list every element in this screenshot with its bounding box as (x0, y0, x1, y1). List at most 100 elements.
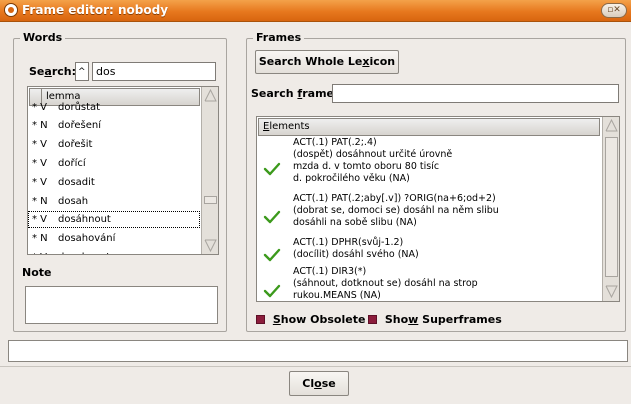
bottom-separator (0, 366, 631, 367)
frame-entry-lines: ACT(.1) PAT(.2;aby[.v]) ?ORIG(na+6;od+2)… (293, 193, 499, 229)
word-pos: * V (32, 158, 48, 169)
word-pos: * N (32, 196, 48, 207)
word-lemma: dořící (58, 158, 86, 169)
scroll-down-icon[interactable] (204, 239, 217, 252)
show-obsolete-mnemonic: S (272, 313, 281, 326)
frame-entry-line: dosáhli na sobě slibu (NA) (293, 217, 417, 228)
word-search-input[interactable] (92, 62, 216, 81)
frame-entry-line: (docílit) dosáhl svého (NA) (293, 249, 419, 260)
note-textarea[interactable] (25, 286, 218, 324)
word-lemma: dosah (58, 196, 89, 207)
word-lemma: dosahovat (58, 252, 110, 254)
window-title: Frame editor: nobody (22, 3, 169, 17)
word-list-item[interactable]: * Vdosahovat (28, 249, 200, 254)
word-lemma: dorůstat (58, 102, 101, 113)
frame-entry[interactable]: ACT(.1) PAT(.2;aby[.v]) ?ORIG(na+6;od+2)… (257, 193, 597, 229)
word-pos: * V (32, 102, 48, 113)
word-pos: * V (32, 139, 48, 150)
scroll-thumb[interactable] (605, 137, 618, 277)
word-list-item[interactable]: * N dosahování (28, 230, 200, 247)
word-lemma: dosahování (58, 233, 116, 244)
frame-entry-line: d. pokročilého věku (NA) (293, 173, 410, 184)
scroll-down-icon[interactable] (605, 285, 618, 298)
show-superframes-label: Sho (384, 313, 409, 326)
elements-header[interactable]: Elements (258, 118, 600, 136)
frame-search-input[interactable] (332, 84, 619, 103)
frame-entry-line: mzda d. v tomto oboru 80 tisíc (293, 161, 440, 172)
frame-entry[interactable]: ACT(.1) PAT(.2;.4) (dospět) dosáhnout urč… (257, 137, 597, 185)
show-obsolete-checkbox[interactable]: Show Obsolete (256, 313, 365, 326)
word-pos: * V (28, 249, 58, 254)
search-label: Search: (29, 65, 76, 78)
word-list-item[interactable]: * N dořešení (28, 117, 200, 134)
word-lemma: dosadit (58, 177, 95, 188)
word-list-item[interactable]: * V dosadit (28, 174, 200, 191)
word-pos: * N (32, 233, 48, 244)
frame-entry-line: (sáhnout, dotknout se) dosáhl na strop (293, 278, 478, 289)
title-bar: Frame editor: nobody ▫✕ (0, 0, 631, 22)
checkmark-icon (263, 210, 281, 224)
word-lemma: dořešení (58, 120, 101, 131)
show-obsolete-label: how Obsolete (280, 313, 366, 326)
search-label-rest: rch: (51, 65, 77, 78)
word-pos: * V (32, 177, 48, 188)
word-pos: * N (32, 120, 48, 131)
word-list-item[interactable]: * V dorůstat (28, 99, 200, 116)
search-prefix-input[interactable] (75, 62, 89, 81)
frames-legend: Frames (253, 31, 305, 44)
frame-entry-line: rukou.MEANS (NA) (293, 290, 381, 301)
panel-splitter[interactable] (232, 30, 238, 330)
elements-list[interactable]: Elements ACT(.1) PAT(.2;.4) (dospět) dosá… (256, 116, 620, 302)
close-button-label: Cl (302, 377, 315, 390)
frame-entry[interactable]: ACT(.1) DPHR(svůj-1.2) (docílit) dosáhl s… (257, 237, 597, 262)
close-button-rest: se (321, 377, 336, 390)
word-lemma: dosáhnout (58, 214, 111, 225)
search-whole-lexicon-label: Search Whole Le (258, 55, 363, 68)
elements-scrollbar[interactable] (602, 117, 619, 301)
frame-entry-line: ACT(.1) DIR3(*) (293, 266, 367, 277)
status-field (8, 340, 628, 362)
frame-entry[interactable]: ACT(.1) DIR3(*) (sáhnout, dotknout se) do… (257, 266, 597, 301)
window-controls[interactable]: ▫✕ (601, 3, 627, 18)
word-pos: * V (32, 214, 48, 225)
checkmark-icon (263, 248, 281, 262)
show-superframes-checkbox[interactable]: Show Superframes (368, 313, 502, 326)
word-list-item[interactable]: * V dořící (28, 155, 200, 172)
frame-entry-line: (dospět) dosáhnout určité úrovně (293, 149, 453, 160)
frame-entry-line: ACT(.1) DPHR(svůj-1.2) (293, 237, 404, 248)
scroll-up-icon[interactable] (605, 119, 618, 132)
search-whole-lexicon-rest: icon (369, 55, 396, 68)
word-list-item[interactable]: * N dosah (28, 193, 200, 210)
frame-entry-line: (dobrat se, domoci se) dosáhl na něm sli… (293, 205, 499, 216)
words-legend: Words (20, 31, 66, 44)
word-list-item[interactable]: * V dosáhnout (28, 211, 200, 228)
scroll-up-icon[interactable] (204, 89, 217, 102)
note-label: Note (22, 266, 52, 279)
word-list[interactable]: lemma * Vdorůstat * Ndořešení * Vdořešit * … (27, 86, 219, 255)
frame-entry-lines: ACT(.1) DIR3(*) (sáhnout, dotknout se) do… (293, 266, 478, 301)
frame-entry-lines: ACT(.1) PAT(.2;.4) (dospět) dosáhnout urč… (293, 137, 452, 185)
checkmark-icon (263, 284, 281, 298)
close-button[interactable]: Close (289, 371, 349, 396)
close-button-mnemonic: o (314, 377, 322, 390)
search-frame-label: Search frame: (251, 87, 338, 100)
scroll-thumb[interactable] (204, 196, 217, 204)
word-list-scrollbar[interactable] (201, 87, 218, 254)
search-label-mnemonic: a (44, 65, 52, 78)
elements-header-rest: lements (269, 121, 310, 132)
checkbox-icon[interactable] (256, 315, 265, 324)
checkmark-icon (263, 162, 281, 176)
frame-entry-line: ACT(.1) PAT(.2;aby[.v]) ?ORIG(na+6;od+2) (293, 193, 496, 204)
frame-entry-line: ACT(.1) PAT(.2;.4) (293, 137, 377, 148)
show-superframes-rest: Superframes (418, 313, 502, 326)
frame-entry-lines: ACT(.1) DPHR(svůj-1.2) (docílit) dosáhl s… (293, 237, 419, 261)
search-whole-lexicon-button[interactable]: Search Whole Lexicon (255, 50, 399, 74)
checkbox-icon[interactable] (368, 315, 377, 324)
word-lemma: dořešit (58, 139, 93, 150)
search-label-part: Se (29, 65, 45, 78)
show-superframes-mnemonic: w (408, 313, 419, 326)
elements-header-label: Elements (263, 121, 310, 132)
search-frame-label-part: Search (251, 87, 298, 100)
word-list-item[interactable]: * V dořešit (28, 136, 200, 153)
app-icon[interactable] (4, 3, 18, 17)
